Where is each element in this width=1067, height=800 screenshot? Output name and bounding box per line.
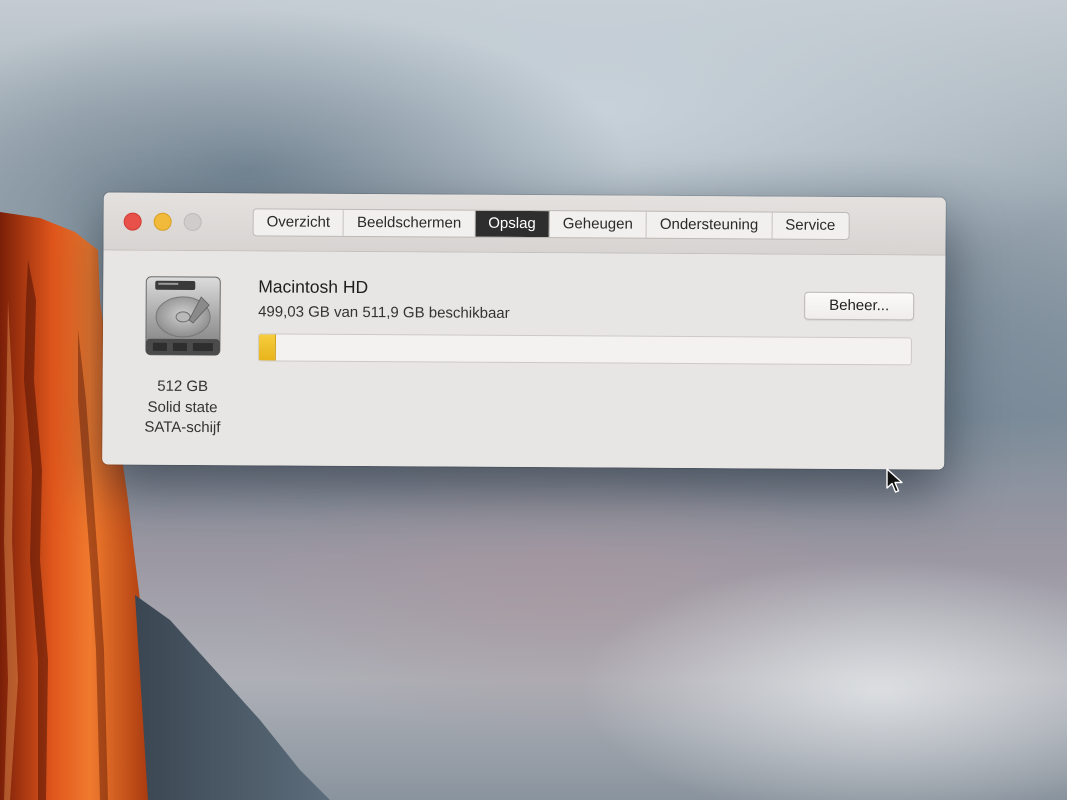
disk-specs: 512 GB Solid state SATA-schijf	[124, 377, 240, 439]
disk-available-space: 499,03 GB van 511,9 GB beschikbaar	[258, 303, 510, 322]
disk-interface: SATA-schijf	[144, 418, 221, 437]
desktop-wallpaper: Overzicht Beeldschermen Opslag Geheugen …	[0, 0, 1067, 800]
manage-button[interactable]: Beheer...	[804, 291, 915, 321]
tab-service[interactable]: Service	[772, 213, 848, 239]
tab-ondersteuning[interactable]: Ondersteuning	[646, 211, 773, 239]
disk-name: Macintosh HD	[258, 276, 369, 298]
minimize-button[interactable]	[153, 212, 172, 231]
system-info-window: Overzicht Beeldschermen Opslag Geheugen …	[102, 192, 946, 470]
storage-panel: 512 GB Solid state SATA-schijf Macintosh…	[102, 250, 946, 470]
hard-drive-icon	[145, 276, 221, 356]
storage-usage-bar	[257, 333, 912, 366]
zoom-button[interactable]	[183, 212, 202, 232]
tab-opslag[interactable]: Opslag	[475, 210, 550, 238]
tab-beeldschermen[interactable]: Beeldschermen	[343, 209, 476, 237]
tab-bar: Overzicht Beeldschermen Opslag Geheugen …	[252, 208, 850, 240]
close-button[interactable]	[123, 212, 142, 231]
tab-geheugen[interactable]: Geheugen	[549, 211, 647, 238]
window-titlebar[interactable]: Overzicht Beeldschermen Opslag Geheugen …	[103, 192, 946, 256]
storage-usage-fill	[258, 334, 277, 361]
mouse-cursor-icon	[886, 468, 903, 493]
disk-capacity: 512 GB	[157, 377, 209, 396]
disk-type: Solid state	[147, 398, 218, 416]
tab-overzicht[interactable]: Overzicht	[253, 209, 345, 236]
